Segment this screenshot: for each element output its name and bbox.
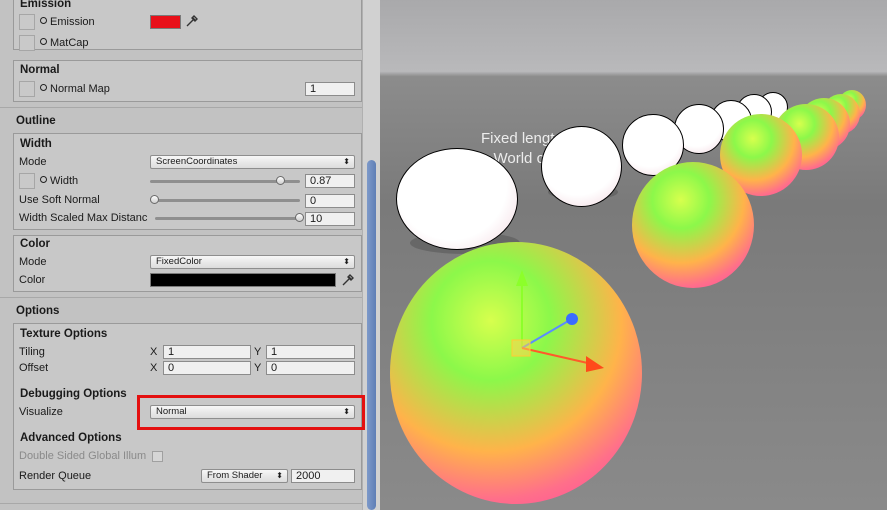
inspector-scrollbar[interactable]: [362, 0, 380, 510]
color-mode-dropdown[interactable]: FixedColor ⬍: [150, 255, 355, 269]
render-queue-label: Render Queue: [19, 470, 92, 482]
tiling-y-label: Y: [254, 346, 262, 358]
offset-label: Offset: [19, 362, 49, 374]
normal-sphere[interactable]: [632, 162, 754, 288]
scaled-max-slider-track[interactable]: [155, 217, 300, 220]
soft-normal-slider-knob[interactable]: [150, 195, 159, 204]
offset-x-label: X: [150, 362, 158, 374]
matcap-texture-slot[interactable]: [19, 35, 35, 51]
divider: [0, 107, 362, 108]
width-mode-dropdown[interactable]: ScreenCoordinates ⬍: [150, 155, 355, 169]
updown-arrow-icon: ⬍: [276, 471, 283, 480]
transform-gizmo[interactable]: [500, 268, 610, 378]
visualize-highlight-box: [137, 395, 365, 430]
offset-y-field[interactable]: 0: [266, 361, 355, 375]
circle-icon: [40, 176, 47, 183]
outline-color-label: Color: [19, 274, 46, 286]
use-soft-normal-label: Use Soft Normal: [19, 194, 100, 206]
offset-y-label: Y: [254, 362, 262, 374]
soft-normal-slider-track[interactable]: [150, 199, 300, 202]
width-scaled-max-distance-label: Width Scaled Max Distanc: [19, 212, 148, 224]
emission-label: Emission: [40, 16, 95, 28]
offset-x-field[interactable]: 0: [163, 361, 251, 375]
scrollbar-thumb[interactable]: [367, 160, 376, 510]
emission-title: Emission: [20, 0, 72, 10]
circle-icon: [40, 17, 47, 24]
scaled-max-value-field[interactable]: 10: [305, 212, 355, 226]
divider: [0, 297, 362, 298]
color-title: Color: [20, 238, 51, 250]
updown-arrow-icon: ⬍: [343, 157, 350, 166]
eyedropper-icon[interactable]: [184, 13, 200, 29]
center-cube-icon: [511, 339, 531, 357]
normal-map-label: Normal Map: [40, 83, 110, 95]
tiling-x-field[interactable]: 1: [163, 345, 251, 359]
normal-title: Normal: [20, 64, 60, 76]
visualize-label: Visualize: [19, 406, 63, 418]
scene-viewport[interactable]: Fixed lengt ▪ World c: [380, 0, 887, 510]
debugging-options-title: Debugging Options: [20, 388, 127, 400]
divider: [0, 503, 362, 504]
outline-section-title: Outline: [16, 115, 56, 127]
matcap-label: MatCap: [40, 37, 89, 49]
tiling-label: Tiling: [19, 346, 45, 358]
emission-color-swatch[interactable]: [150, 15, 181, 29]
render-queue-value-field[interactable]: 2000: [291, 469, 355, 483]
width-value-field[interactable]: 0.87: [305, 174, 355, 188]
emission-texture-slot[interactable]: [19, 14, 35, 30]
width-slider-knob[interactable]: [275, 176, 285, 185]
viewport-overlay-text-1: Fixed lengt: [481, 130, 555, 147]
soft-normal-value-field[interactable]: 0: [305, 194, 355, 208]
outline-color-swatch[interactable]: [150, 273, 336, 287]
width-label: Width: [40, 175, 78, 187]
y-axis-handle-icon: [516, 270, 528, 286]
circle-icon: [40, 84, 47, 91]
white-sphere[interactable]: [396, 148, 518, 250]
circle-icon: [40, 38, 47, 45]
width-title: Width: [20, 138, 52, 150]
white-sphere[interactable]: [541, 126, 622, 207]
x-axis-handle-icon: [586, 356, 604, 372]
advanced-options-title: Advanced Options: [20, 432, 122, 444]
options-section-title: Options: [16, 305, 60, 317]
scaled-max-slider-knob[interactable]: [295, 213, 304, 222]
inspector-panel: Emission Emission MatCap Normal Normal M…: [0, 0, 380, 510]
double-sided-gi-label: Double Sided Global Illum: [19, 450, 147, 462]
width-texture-slot[interactable]: [19, 173, 35, 189]
z-axis-handle-icon: [566, 313, 578, 325]
render-queue-source-dropdown[interactable]: From Shader ⬍: [201, 469, 288, 483]
tiling-y-field[interactable]: 1: [266, 345, 355, 359]
double-sided-gi-checkbox[interactable]: [152, 451, 163, 462]
eyedropper-icon[interactable]: [340, 272, 356, 288]
normal-map-scale-field[interactable]: 1: [305, 82, 355, 96]
width-mode-label: Mode: [19, 156, 47, 168]
updown-arrow-icon: ⬍: [343, 257, 350, 266]
color-mode-label: Mode: [19, 256, 47, 268]
normal-map-texture-slot[interactable]: [19, 81, 35, 97]
texture-options-title: Texture Options: [20, 328, 108, 340]
tiling-x-label: X: [150, 346, 158, 358]
